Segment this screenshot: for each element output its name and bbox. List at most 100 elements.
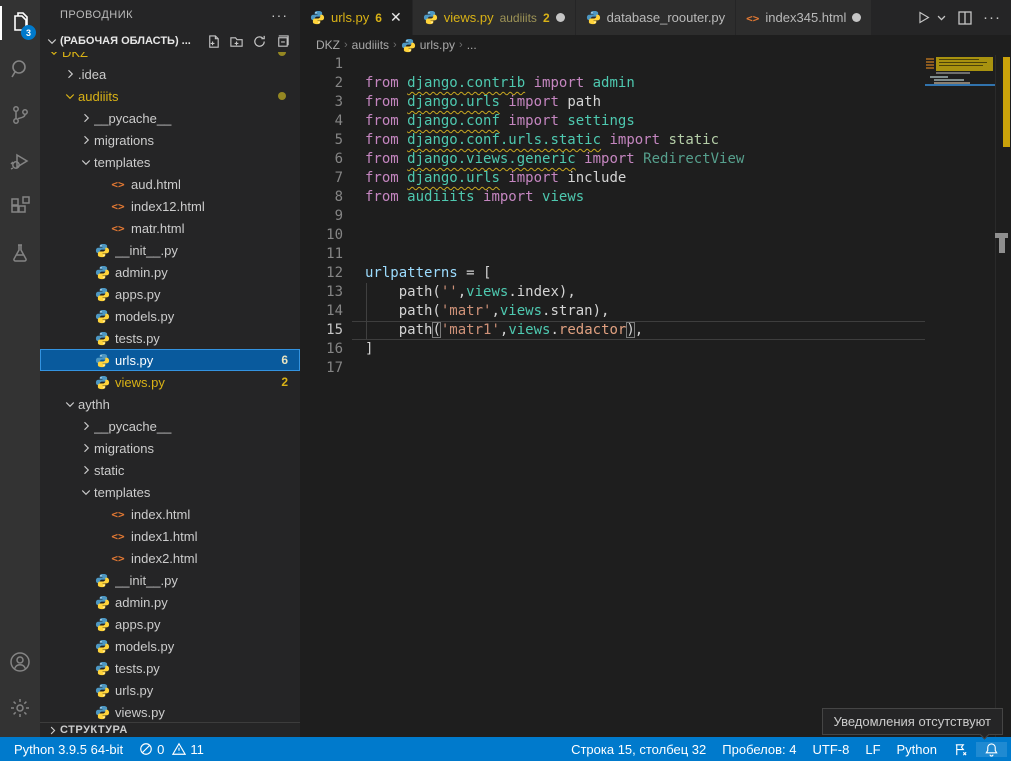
tree-item-models-py[interactable]: models.py (40, 305, 300, 327)
dirty-dot-icon[interactable] (556, 13, 565, 22)
tab-views-py[interactable]: views.pyaudiiits2 (413, 0, 576, 35)
tree-item--pycache-[interactable]: __pycache__ (40, 415, 300, 437)
code-line-3[interactable]: 3from django.urls import path (300, 93, 1011, 112)
code-line-16[interactable]: 16] (300, 340, 1011, 359)
tree-item-admin-py[interactable]: admin.py (40, 261, 300, 283)
cursor-position-status[interactable]: Строка 15, столбец 32 (563, 742, 714, 757)
tree-item-static[interactable]: static (40, 459, 300, 481)
python-icon (94, 331, 110, 346)
code-line-text: path('matr',views.stran), (352, 302, 609, 321)
tree-item-models-py[interactable]: models.py (40, 635, 300, 657)
html-file-icon: <> (110, 222, 126, 235)
testing-activity-button[interactable] (0, 230, 40, 276)
tree-item-label: tests.py (115, 661, 300, 676)
tree-item-tests-py[interactable]: tests.py (40, 327, 300, 349)
search-activity-button[interactable] (0, 46, 40, 92)
tree-item-audiiits[interactable]: audiiits (40, 85, 300, 107)
collapse-folders-button[interactable] (275, 34, 290, 49)
new-folder-button[interactable] (229, 34, 244, 49)
code-line-7[interactable]: 7from django.urls import include (300, 169, 1011, 188)
encoding-status[interactable]: UTF-8 (805, 742, 858, 757)
code-line-15[interactable]: 15 path('matr1',views.redactor), (300, 321, 1011, 340)
tree-item-label: migrations (94, 133, 300, 148)
account-button[interactable] (0, 639, 40, 685)
code-line-12[interactable]: 12urlpatterns = [ (300, 264, 1011, 283)
tree-item-label: apps.py (115, 287, 300, 302)
explorer-activity-button[interactable]: 3 (0, 0, 40, 46)
code-line-13[interactable]: 13 path('',views.index), (300, 283, 1011, 302)
tree-item-apps-py[interactable]: apps.py (40, 613, 300, 635)
tree-item--init-py[interactable]: __init__.py (40, 239, 300, 261)
tree-item--init-py[interactable]: __init__.py (40, 569, 300, 591)
dirty-dot-icon[interactable] (852, 13, 861, 22)
tab-index345-html[interactable]: <>index345.html (736, 0, 872, 35)
code-editor[interactable]: 12from django.contrib import admin3from … (300, 55, 1011, 737)
run-dropdown-chevron-icon[interactable] (936, 12, 947, 23)
minimap[interactable] (925, 55, 995, 737)
chevron-right-icon (78, 464, 94, 476)
tree-item--pycache-[interactable]: __pycache__ (40, 107, 300, 129)
code-line-8[interactable]: 8from audiiits import views (300, 188, 1011, 207)
code-line-6[interactable]: 6from django.views.generic import Redire… (300, 150, 1011, 169)
more-actions-button[interactable]: ··· (983, 9, 1001, 26)
tree-item-index2-html[interactable]: <>index2.html (40, 547, 300, 569)
tree-item-migrations[interactable]: migrations (40, 437, 300, 459)
close-tab-icon[interactable]: ✕ (390, 9, 402, 26)
tree-item-admin-py[interactable]: admin.py (40, 591, 300, 613)
python-interpreter-status[interactable]: Python 3.9.5 64-bit (6, 742, 131, 757)
tree-item-migrations[interactable]: migrations (40, 129, 300, 151)
tree-item-urls-py[interactable]: urls.py6 (40, 349, 300, 371)
breadcrumb-item-DKZ[interactable]: DKZ (316, 38, 340, 52)
code-line-10[interactable]: 10 (300, 226, 1011, 245)
run-debug-activity-button[interactable] (0, 138, 40, 184)
extensions-activity-button[interactable] (0, 184, 40, 230)
breadcrumb-item-urls-py[interactable]: urls.py (401, 38, 455, 53)
source-control-activity-button[interactable] (0, 92, 40, 138)
tree-item-tests-py[interactable]: tests.py (40, 657, 300, 679)
tree-item-aud-html[interactable]: <>aud.html (40, 173, 300, 195)
tree-item-label: aud.html (131, 177, 300, 192)
tree-item-aythh[interactable]: aythh (40, 393, 300, 415)
tree-item-urls-py[interactable]: urls.py (40, 679, 300, 701)
tree-item-index12-html[interactable]: <>index12.html (40, 195, 300, 217)
eol-status[interactable]: LF (857, 742, 888, 757)
settings-button[interactable] (0, 685, 40, 731)
scrollbar[interactable] (995, 55, 1011, 737)
code-line-4[interactable]: 4from django.conf import settings (300, 112, 1011, 131)
python-icon (94, 595, 110, 610)
language-mode-status[interactable]: Python (889, 742, 945, 757)
refresh-icon[interactable] (252, 34, 267, 49)
tree-item--idea[interactable]: .idea (40, 63, 300, 85)
code-line-11[interactable]: 11 (300, 245, 1011, 264)
tree-item-views-py[interactable]: views.py2 (40, 371, 300, 393)
sidebar-more-actions-button[interactable]: ··· (271, 7, 288, 23)
tree-item-matr-html[interactable]: <>matr.html (40, 217, 300, 239)
tab-database-roouter-py[interactable]: database_roouter.py (576, 0, 737, 35)
line-number: 11 (300, 245, 352, 264)
outline-section-header[interactable]: СТРУКТУРА (40, 722, 300, 737)
tree-item-templates[interactable]: templates (40, 481, 300, 503)
notifications-bell-button[interactable] (976, 742, 1007, 757)
tree-item-index-html[interactable]: <>index.html (40, 503, 300, 525)
run-file-button[interactable] (915, 9, 932, 26)
code-line-14[interactable]: 14 path('matr',views.stran), (300, 302, 1011, 321)
code-line-2[interactable]: 2from django.contrib import admin (300, 74, 1011, 93)
breadcrumb-item--[interactable]: ... (467, 38, 477, 52)
tab-urls-py[interactable]: urls.py6✕ (300, 0, 413, 35)
breadcrumb-item-audiiits[interactable]: audiiits (352, 38, 389, 52)
problems-status[interactable]: 0 11 (131, 742, 212, 757)
new-file-button[interactable] (206, 34, 221, 49)
code-line-5[interactable]: 5from django.conf.urls.static import sta… (300, 131, 1011, 150)
indentation-status[interactable]: Пробелов: 4 (714, 742, 804, 757)
code-line-1[interactable]: 1 (300, 55, 1011, 74)
tree-item-index1-html[interactable]: <>index1.html (40, 525, 300, 547)
tree-item-templates[interactable]: templates (40, 151, 300, 173)
tree-item-apps-py[interactable]: apps.py (40, 283, 300, 305)
split-editor-button[interactable] (957, 10, 973, 26)
code-line-17[interactable]: 17 (300, 359, 1011, 378)
tree-item-DKZ[interactable]: DKZ (40, 52, 300, 63)
feedback-button[interactable] (945, 742, 976, 757)
code-line-9[interactable]: 9 (300, 207, 1011, 226)
tree-item-views-py[interactable]: views.py (40, 701, 300, 722)
workspace-section-header[interactable]: (РАБОЧАЯ ОБЛАСТЬ) ... (40, 30, 300, 52)
